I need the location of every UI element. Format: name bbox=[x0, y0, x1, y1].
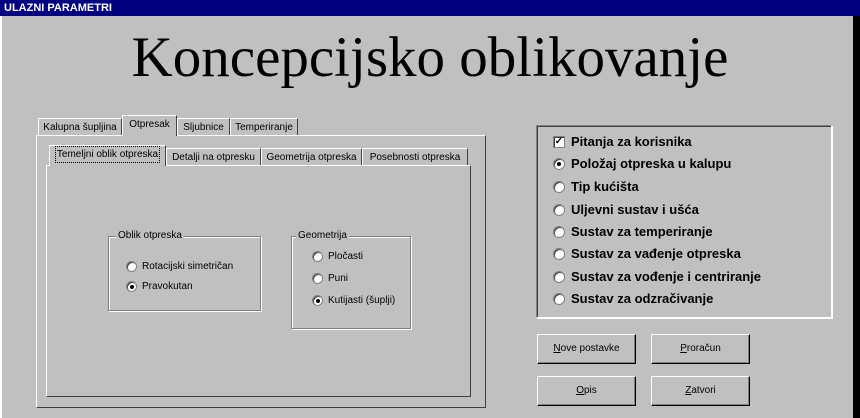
tab-temperiranje[interactable]: Temperiranje bbox=[230, 118, 298, 136]
radio-label: Sustav za vođenje i centriranje bbox=[571, 269, 762, 284]
button-label: roračun bbox=[686, 343, 721, 354]
checkbox-pitanja[interactable]: ✓ Pitanja za korisnika bbox=[553, 134, 692, 149]
accel-key: O bbox=[576, 385, 584, 396]
radio-circle bbox=[553, 203, 565, 216]
radio-kutijasti[interactable]: Kutijasti (šuplji) bbox=[312, 294, 395, 307]
radio-sustav-odzracivanje[interactable]: Sustav za odzračivanje bbox=[553, 291, 713, 306]
title-bar: ULAZNI PARAMETRI bbox=[0, 0, 860, 16]
radio-label: Puni bbox=[328, 273, 349, 284]
radio-rotacijski[interactable]: Rotacijski simetričan bbox=[126, 260, 233, 273]
tab-temeljni-oblik[interactable]: Temeljni oblik otpreska bbox=[49, 145, 166, 166]
radio-circle bbox=[553, 247, 565, 260]
radio-pravokutan[interactable]: Pravokutan bbox=[126, 280, 193, 293]
radio-uljevni-sustav[interactable]: Uljevni sustav i ušća bbox=[553, 202, 699, 217]
radio-label: Uljevni sustav i ušća bbox=[571, 202, 699, 217]
oblik-otpreska-title: Oblik otpreska bbox=[116, 230, 184, 242]
proracun-button[interactable]: Proračun bbox=[651, 334, 750, 364]
radio-label: Pločasti bbox=[328, 251, 364, 262]
tab-label: Kalupna šupljina bbox=[43, 122, 117, 133]
radio-circle bbox=[312, 295, 323, 306]
radio-circle bbox=[312, 273, 323, 284]
tab-label: Geometrija otpreska bbox=[266, 152, 357, 163]
oblik-otpreska-group bbox=[108, 236, 261, 311]
radio-polozaj[interactable]: Položaj otpreska u kalupu bbox=[553, 156, 731, 171]
button-label: ove postavke bbox=[560, 343, 620, 354]
accel-key: P bbox=[680, 343, 687, 354]
radio-circle bbox=[553, 180, 565, 193]
radio-plocasti[interactable]: Pločasti bbox=[312, 250, 363, 263]
radio-circle bbox=[553, 225, 565, 238]
radio-label: Kutijasti (šuplji) bbox=[328, 295, 396, 306]
radio-circle bbox=[553, 157, 565, 170]
tab-detalji[interactable]: Detalji na otpresku bbox=[166, 148, 261, 166]
accel-key: N bbox=[553, 343, 561, 354]
tab-label: Temperiranje bbox=[235, 122, 293, 133]
radio-circle bbox=[126, 261, 137, 272]
radio-sustav-vadenje[interactable]: Sustav za vađenje otpreska bbox=[553, 246, 741, 261]
radio-circle bbox=[553, 270, 565, 283]
radio-label: Rotacijski simetričan bbox=[142, 261, 234, 272]
right-options-panel bbox=[536, 125, 832, 318]
geometrija-title: Geometrija bbox=[296, 230, 349, 242]
tab-otpresak[interactable]: Otpresak bbox=[122, 115, 177, 136]
radio-circle bbox=[553, 292, 565, 305]
tab-label: Posebnosti otpreska bbox=[369, 152, 461, 163]
checkbox-box: ✓ bbox=[553, 135, 565, 148]
radio-tip-kucista[interactable]: Tip kućišta bbox=[553, 179, 639, 194]
opis-button[interactable]: Opis bbox=[537, 376, 636, 406]
radio-circle bbox=[312, 251, 323, 262]
tab-geometrija[interactable]: Geometrija otpreska bbox=[261, 148, 362, 166]
tab-sljubnice[interactable]: Sljubnice bbox=[177, 118, 230, 136]
button-label: atvori bbox=[691, 385, 716, 396]
tab-label: Temeljni oblik otpreska bbox=[54, 146, 161, 163]
radio-label: Pravokutan bbox=[142, 281, 193, 292]
radio-sustav-vodenje[interactable]: Sustav za vođenje i centriranje bbox=[553, 269, 761, 284]
radio-label: Sustav za vađenje otpreska bbox=[571, 246, 741, 261]
radio-label: Sustav za temperiranje bbox=[571, 224, 713, 239]
radio-puni[interactable]: Puni bbox=[312, 272, 348, 285]
tab-label: Detalji na otpresku bbox=[172, 152, 255, 163]
window-title: ULAZNI PARAMETRI bbox=[4, 2, 112, 14]
radio-label: Tip kućišta bbox=[571, 179, 639, 194]
radio-label: Sustav za odzračivanje bbox=[571, 291, 714, 306]
tab-kalupna-supljina[interactable]: Kalupna šupljina bbox=[38, 118, 122, 136]
radio-sustav-temperiranje[interactable]: Sustav za temperiranje bbox=[553, 224, 713, 239]
tab-label: Otpresak bbox=[129, 119, 170, 130]
tab-posebnosti[interactable]: Posebnosti otpreska bbox=[362, 148, 468, 166]
page-heading: Koncepcijsko oblikovanje bbox=[131, 26, 729, 89]
nove-postavke-button[interactable]: Nove postavke bbox=[537, 334, 636, 364]
checkbox-label: Pitanja za korisnika bbox=[571, 134, 692, 149]
radio-label: Položaj otpreska u kalupu bbox=[571, 156, 732, 171]
radio-circle bbox=[126, 281, 137, 292]
zatvori-button[interactable]: Zatvori bbox=[651, 376, 750, 406]
button-label: pis bbox=[583, 385, 597, 396]
tab-label: Sljubnice bbox=[183, 122, 224, 133]
